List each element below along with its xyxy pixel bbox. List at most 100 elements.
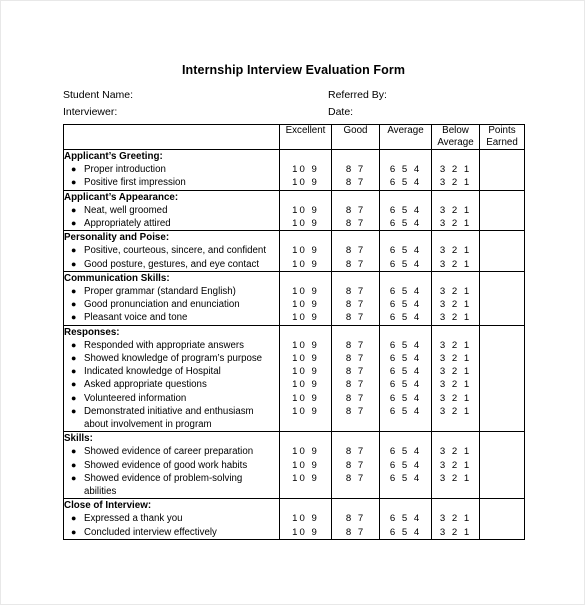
score-option-excellent[interactable]: 10 9 xyxy=(280,472,331,485)
score-option-average[interactable]: 6 5 4 xyxy=(380,352,431,365)
score-option-average[interactable]: 6 5 4 xyxy=(380,217,431,230)
score-option-average[interactable]: 6 5 4 xyxy=(380,472,431,485)
date-field[interactable]: Date: xyxy=(328,106,525,118)
score-option-average[interactable]: 6 5 4 xyxy=(380,339,431,352)
score-option-good[interactable]: 8 7 xyxy=(332,163,379,176)
points-earned-cell[interactable] xyxy=(479,189,525,232)
score-option-below-average[interactable]: 3 2 1 xyxy=(432,459,479,472)
interviewer-field[interactable]: Interviewer: xyxy=(63,106,328,118)
score-option-below-average[interactable]: 3 2 1 xyxy=(432,258,479,271)
score-cell-excellent[interactable]: 10 910 910 9 xyxy=(279,230,332,272)
score-option-average[interactable]: 6 5 4 xyxy=(380,459,431,472)
score-option-good[interactable]: 8 7 xyxy=(332,176,379,189)
score-option-below-average[interactable]: 3 2 1 xyxy=(432,472,479,485)
score-cell-below-average[interactable]: 3 2 13 2 13 2 1 xyxy=(431,498,480,540)
score-option-average[interactable]: 6 5 4 xyxy=(380,163,431,176)
score-option-excellent[interactable]: 10 9 xyxy=(280,445,331,458)
score-option-good[interactable]: 8 7 xyxy=(332,445,379,458)
score-cell-below-average[interactable]: 3 2 13 2 13 2 13 2 13 2 13 2 13 2 13 2 1 xyxy=(431,324,480,433)
points-earned-cell[interactable] xyxy=(479,498,525,540)
score-cell-below-average[interactable]: 3 2 13 2 13 2 1 xyxy=(431,230,480,272)
score-cell-average[interactable]: 6 5 46 5 46 5 4 xyxy=(379,149,432,191)
score-option-below-average[interactable]: 3 2 1 xyxy=(432,339,479,352)
score-cell-good[interactable]: 8 78 78 7 xyxy=(331,498,380,540)
score-cell-excellent[interactable]: 10 910 910 910 910 9 xyxy=(279,431,332,500)
score-option-average[interactable]: 6 5 4 xyxy=(380,512,431,525)
score-cell-excellent[interactable]: 10 910 910 910 910 910 910 910 9 xyxy=(279,324,332,433)
score-option-good[interactable]: 8 7 xyxy=(332,311,379,324)
score-option-below-average[interactable]: 3 2 1 xyxy=(432,405,479,418)
score-cell-average[interactable]: 6 5 46 5 46 5 4 xyxy=(379,189,432,232)
score-option-average[interactable]: 6 5 4 xyxy=(380,365,431,378)
score-option-excellent[interactable]: 10 9 xyxy=(280,176,331,189)
score-option-average[interactable]: 6 5 4 xyxy=(380,526,431,539)
score-option-excellent[interactable]: 10 9 xyxy=(280,217,331,230)
score-option-average[interactable]: 6 5 4 xyxy=(380,176,431,189)
score-option-average[interactable]: 6 5 4 xyxy=(380,258,431,271)
score-option-below-average[interactable]: 3 2 1 xyxy=(432,526,479,539)
points-earned-cell[interactable] xyxy=(479,431,525,500)
points-earned-cell[interactable] xyxy=(479,230,525,272)
score-cell-good[interactable]: 8 78 78 7 xyxy=(331,149,380,191)
score-option-below-average[interactable]: 3 2 1 xyxy=(432,244,479,257)
referred-by-field[interactable]: Referred By: xyxy=(328,89,525,101)
score-option-average[interactable]: 6 5 4 xyxy=(380,204,431,217)
points-earned-cell[interactable] xyxy=(479,149,525,191)
score-option-below-average[interactable]: 3 2 1 xyxy=(432,352,479,365)
score-option-below-average[interactable]: 3 2 1 xyxy=(432,176,479,189)
points-earned-cell[interactable] xyxy=(479,270,525,326)
score-cell-below-average[interactable]: 3 2 13 2 13 2 13 2 1 xyxy=(431,270,480,326)
score-cell-good[interactable]: 8 78 78 7 xyxy=(331,230,380,272)
score-cell-below-average[interactable]: 3 2 13 2 13 2 1 xyxy=(431,149,480,191)
score-option-good[interactable]: 8 7 xyxy=(332,459,379,472)
points-earned-cell[interactable] xyxy=(479,324,525,433)
score-option-good[interactable]: 8 7 xyxy=(332,244,379,257)
score-option-good[interactable]: 8 7 xyxy=(332,392,379,405)
score-cell-good[interactable]: 8 78 78 7 xyxy=(331,189,380,232)
score-option-below-average[interactable]: 3 2 1 xyxy=(432,365,479,378)
score-cell-average[interactable]: 6 5 46 5 46 5 46 5 46 5 46 5 46 5 46 5 4 xyxy=(379,324,432,433)
score-option-average[interactable]: 6 5 4 xyxy=(380,244,431,257)
score-option-good[interactable]: 8 7 xyxy=(332,339,379,352)
score-option-below-average[interactable]: 3 2 1 xyxy=(432,311,479,324)
score-option-below-average[interactable]: 3 2 1 xyxy=(432,392,479,405)
score-option-excellent[interactable]: 10 9 xyxy=(280,392,331,405)
score-option-excellent[interactable]: 10 9 xyxy=(280,298,331,311)
score-option-average[interactable]: 6 5 4 xyxy=(380,298,431,311)
score-option-excellent[interactable]: 10 9 xyxy=(280,258,331,271)
score-option-good[interactable]: 8 7 xyxy=(332,365,379,378)
score-cell-below-average[interactable]: 3 2 13 2 13 2 1 xyxy=(431,189,480,232)
score-cell-good[interactable]: 8 78 78 78 78 78 78 78 7 xyxy=(331,324,380,433)
score-option-average[interactable]: 6 5 4 xyxy=(380,405,431,418)
score-option-excellent[interactable]: 10 9 xyxy=(280,352,331,365)
score-option-excellent[interactable]: 10 9 xyxy=(280,459,331,472)
score-cell-good[interactable]: 8 78 78 78 78 7 xyxy=(331,431,380,500)
score-option-below-average[interactable]: 3 2 1 xyxy=(432,285,479,298)
score-cell-average[interactable]: 6 5 46 5 46 5 46 5 4 xyxy=(379,270,432,326)
score-option-excellent[interactable]: 10 9 xyxy=(280,163,331,176)
score-option-excellent[interactable]: 10 9 xyxy=(280,311,331,324)
score-option-average[interactable]: 6 5 4 xyxy=(380,311,431,324)
score-option-good[interactable]: 8 7 xyxy=(332,217,379,230)
score-option-below-average[interactable]: 3 2 1 xyxy=(432,378,479,391)
score-option-below-average[interactable]: 3 2 1 xyxy=(432,298,479,311)
score-option-good[interactable]: 8 7 xyxy=(332,204,379,217)
score-cell-excellent[interactable]: 10 910 910 9 xyxy=(279,189,332,232)
score-option-below-average[interactable]: 3 2 1 xyxy=(432,217,479,230)
score-option-excellent[interactable]: 10 9 xyxy=(280,339,331,352)
score-option-good[interactable]: 8 7 xyxy=(332,405,379,418)
score-option-good[interactable]: 8 7 xyxy=(332,526,379,539)
score-option-good[interactable]: 8 7 xyxy=(332,352,379,365)
score-option-excellent[interactable]: 10 9 xyxy=(280,526,331,539)
score-cell-good[interactable]: 8 78 78 78 7 xyxy=(331,270,380,326)
score-option-excellent[interactable]: 10 9 xyxy=(280,378,331,391)
score-option-below-average[interactable]: 3 2 1 xyxy=(432,512,479,525)
score-option-below-average[interactable]: 3 2 1 xyxy=(432,204,479,217)
score-option-excellent[interactable]: 10 9 xyxy=(280,365,331,378)
score-option-excellent[interactable]: 10 9 xyxy=(280,244,331,257)
score-option-good[interactable]: 8 7 xyxy=(332,258,379,271)
score-cell-excellent[interactable]: 10 910 910 910 9 xyxy=(279,270,332,326)
score-option-below-average[interactable]: 3 2 1 xyxy=(432,445,479,458)
student-name-field[interactable]: Student Name: xyxy=(63,89,328,101)
score-option-excellent[interactable]: 10 9 xyxy=(280,405,331,418)
